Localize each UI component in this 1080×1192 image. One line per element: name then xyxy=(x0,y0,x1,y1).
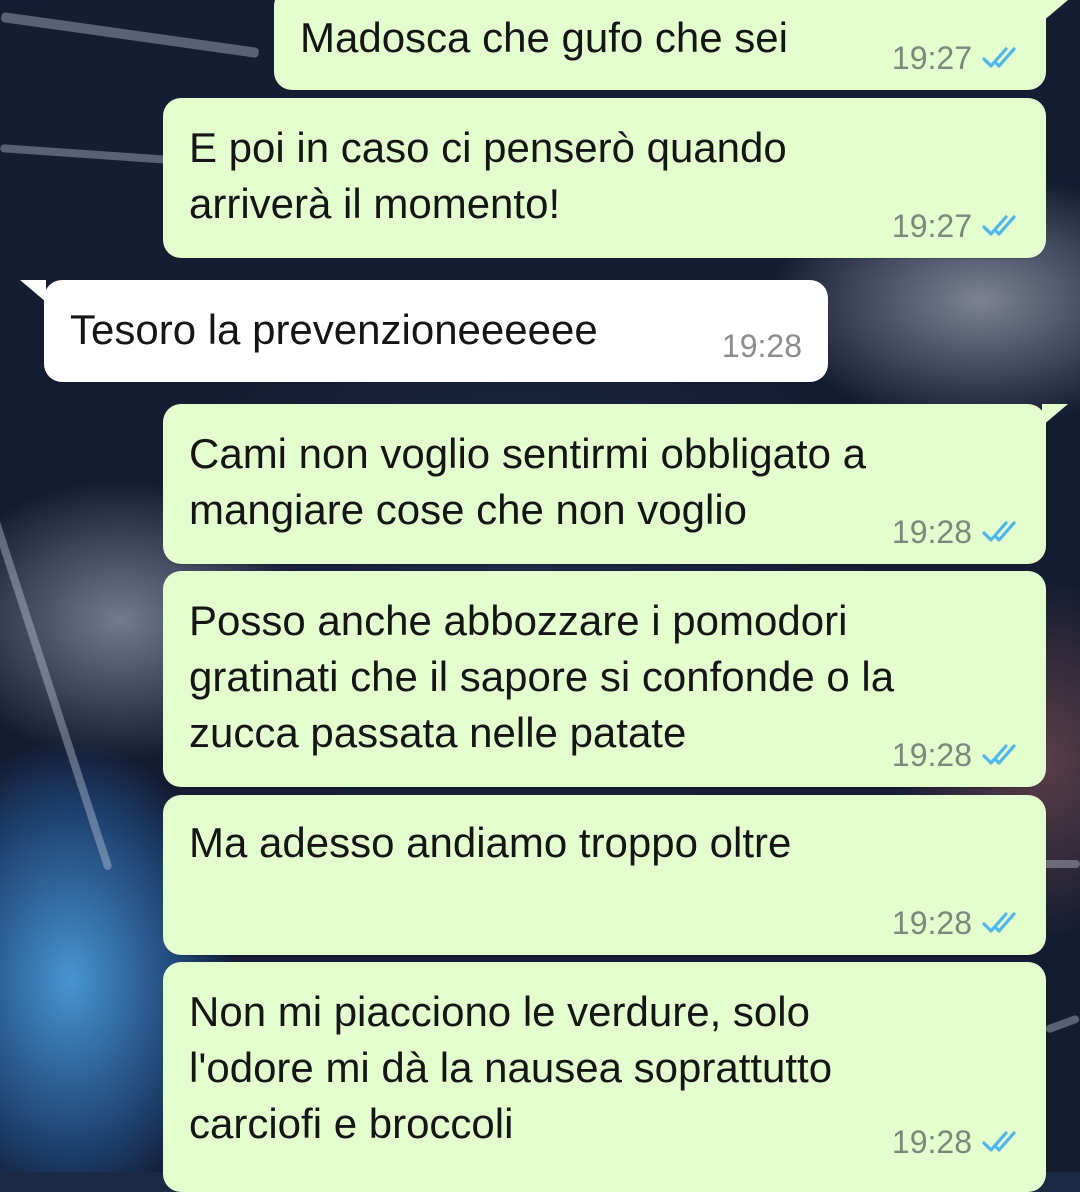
message-time: 19:27 xyxy=(891,40,972,76)
message-bubble-incoming[interactable]: Tesoro la prevenzioneeeeee 19:28 xyxy=(20,280,828,382)
message-time: 19:28 xyxy=(721,328,802,364)
message-meta: 19:28 xyxy=(892,737,1022,773)
double-check-read-icon xyxy=(982,519,1022,545)
message-time: 19:27 xyxy=(891,208,972,244)
message-time: 19:28 xyxy=(891,1124,972,1160)
double-check-read-icon xyxy=(982,910,1022,936)
message-text: Non mi piacciono le verdure, solo l'odor… xyxy=(189,988,833,1147)
wallpaper-streak xyxy=(1044,1014,1080,1034)
wallpaper-streak xyxy=(0,144,171,164)
double-check-read-icon xyxy=(982,45,1022,71)
bubble-tail xyxy=(1042,0,1068,22)
message-bubble-outgoing[interactable]: Madosca che gufo che sei 19:27 xyxy=(274,0,1068,90)
bubble-tail xyxy=(1042,404,1068,426)
message-text: Posso anche abbozzare i pomodori gratina… xyxy=(189,597,895,756)
double-check-read-icon xyxy=(982,213,1022,239)
message-meta: 19:27 xyxy=(892,208,1022,244)
message-meta: 19:28 xyxy=(892,905,1022,941)
message-time: 19:28 xyxy=(891,905,972,941)
message-meta: 19:28 xyxy=(722,328,802,364)
message-text: E poi in caso ci penserò quando arriverà… xyxy=(189,124,787,227)
message-time: 19:28 xyxy=(891,737,972,773)
message-bubble-outgoing[interactable]: E poi in caso ci penserò quando arriverà… xyxy=(163,98,1046,258)
double-check-read-icon xyxy=(982,1129,1022,1155)
wallpaper-streak xyxy=(0,469,113,871)
message-bubble-outgoing[interactable]: Non mi piacciono le verdure, solo l'odor… xyxy=(163,962,1046,1192)
message-meta: 19:28 xyxy=(892,1124,1022,1160)
message-text: Cami non voglio sentirmi obbligato a man… xyxy=(189,430,867,533)
bubble-tail xyxy=(20,280,46,302)
message-time: 19:28 xyxy=(891,514,972,550)
wallpaper-streak xyxy=(0,11,260,59)
double-check-read-icon xyxy=(982,742,1022,768)
message-meta: 19:28 xyxy=(892,514,1022,550)
message-text: Tesoro la prevenzioneeeeee xyxy=(70,306,598,353)
message-bubble-outgoing[interactable]: Posso anche abbozzare i pomodori gratina… xyxy=(163,571,1046,787)
message-bubble-outgoing[interactable]: Cami non voglio sentirmi obbligato a man… xyxy=(163,404,1068,564)
message-meta: 19:27 xyxy=(892,40,1022,76)
message-text: Madosca che gufo che sei xyxy=(300,14,788,61)
message-bubble-outgoing[interactable]: Ma adesso andiamo troppo oltre 19:28 xyxy=(163,795,1046,955)
message-text: Ma adesso andiamo troppo oltre xyxy=(189,819,792,866)
wallpaper-streak xyxy=(1040,860,1080,868)
